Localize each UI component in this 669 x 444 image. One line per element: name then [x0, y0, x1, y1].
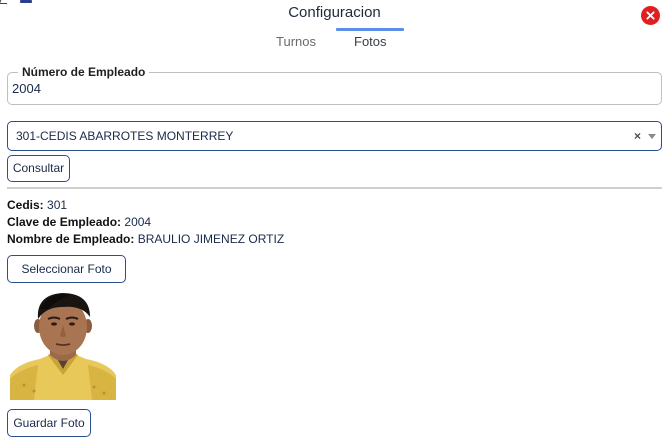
window-top-strip: [0, 0, 669, 2]
active-tab-indicator: [336, 28, 404, 31]
save-photo-button[interactable]: Guardar Foto: [7, 409, 91, 437]
cedis-select[interactable]: 301-CEDIS ABARROTES MONTERREY ×: [7, 121, 662, 151]
cedis-label: Cedis:: [7, 198, 44, 212]
employee-photo: [10, 289, 116, 400]
clear-selection-icon[interactable]: ×: [634, 129, 641, 143]
close-button[interactable]: [641, 6, 660, 25]
tab-fotos[interactable]: Fotos: [354, 34, 387, 49]
employee-name-label: Nombre de Empleado:: [7, 232, 135, 246]
chevron-down-icon[interactable]: [648, 134, 656, 139]
employee-key-info: Clave de Empleado: 2004: [7, 215, 151, 229]
employee-name-value: BRAULIO JIMENEZ ORTIZ: [137, 232, 285, 246]
employee-number-label: Número de Empleado: [18, 65, 150, 79]
tab-bar: Turnos Fotos: [0, 28, 669, 52]
section-divider: [7, 187, 662, 189]
cedis-value: 301: [47, 198, 68, 212]
employee-key-value: 2004: [124, 215, 152, 229]
consultar-button[interactable]: Consultar: [7, 155, 70, 182]
close-icon: [646, 11, 655, 20]
select-photo-button[interactable]: Seleccionar Foto: [7, 255, 126, 283]
tab-turnos[interactable]: Turnos: [276, 34, 316, 49]
dialog-title: Configuracion: [288, 4, 381, 21]
employee-name-info: Nombre de Empleado: BRAULIO JIMENEZ ORTI…: [7, 232, 284, 246]
cedis-select-value: 301-CEDIS ABARROTES MONTERREY: [16, 129, 234, 143]
employee-number-input[interactable]: [12, 81, 632, 96]
employee-number-field: Número de Empleado: [7, 65, 662, 105]
cedis-info: Cedis: 301: [7, 198, 67, 212]
employee-key-label: Clave de Empleado:: [7, 215, 122, 229]
